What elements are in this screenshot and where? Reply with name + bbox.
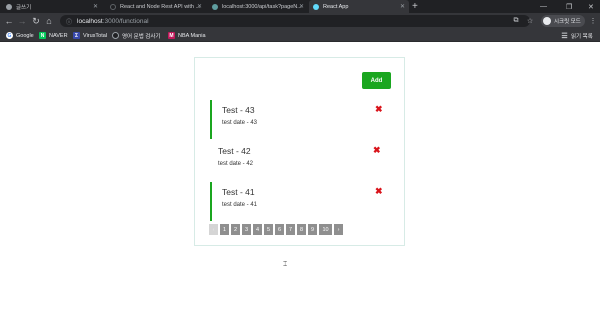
tab-favicon-icon (6, 3, 12, 10)
bookmark-grammar-checker[interactable]: 영어 문법 검사기 (112, 31, 160, 40)
task-title: Test - 41 (222, 187, 255, 197)
url-host: localhost (77, 17, 103, 25)
browser-tab-strip: 글쓰기 ✕ React and Node Rest API with ... ✕… (0, 0, 600, 13)
delete-task-icon[interactable]: ✖ (375, 186, 383, 196)
minimize-window-icon[interactable]: — (540, 0, 547, 13)
mouse-cursor-icon: ⌶ (283, 261, 288, 268)
page-button-6[interactable]: 6 (275, 224, 284, 235)
new-tab-icon[interactable]: + (412, 1, 418, 12)
bookmark-virustotal[interactable]: Σ VirusTotal (73, 31, 107, 40)
home-icon[interactable]: ⌂ (43, 14, 55, 28)
delete-task-icon[interactable]: ✖ (375, 104, 383, 114)
task-date: test date - 42 (218, 161, 254, 167)
bookmark-star-icon[interactable]: ☆ (525, 16, 535, 26)
url-path: :3000/functional (102, 17, 149, 25)
page-button-1[interactable]: 1 (220, 224, 229, 235)
reading-list-label: 읽기 목록 (571, 33, 593, 40)
tab-favicon-icon (212, 3, 218, 10)
naver-icon: N (39, 32, 46, 39)
bookmark-google[interactable]: G Google (6, 31, 34, 40)
incognito-avatar-icon (543, 17, 551, 25)
page-button-4[interactable]: 4 (253, 224, 262, 235)
close-window-icon[interactable]: ✕ (588, 0, 594, 13)
close-tab-icon[interactable]: ✕ (400, 3, 405, 10)
browser-toolbar: ← → ↻ ⌂ ⓘ localhost :3000/functional ⧉ ☆… (0, 13, 600, 29)
bookmark-label: VirusTotal (83, 32, 108, 39)
grammar-checker-icon (112, 32, 119, 39)
delete-task-icon[interactable]: ✖ (373, 145, 381, 155)
bookmark-label: Google (16, 32, 34, 39)
more-menu-icon[interactable]: ⋮ (588, 16, 598, 26)
google-icon: G (6, 32, 13, 39)
back-arrow-icon[interactable]: ← (3, 14, 15, 28)
bookmark-naver[interactable]: N NAVER (39, 31, 68, 40)
nba-mania-icon: M (168, 32, 175, 39)
page-button-8[interactable]: 8 (297, 224, 306, 235)
bookmark-label: NBA Mania (178, 32, 206, 39)
maximize-window-icon[interactable]: ❐ (566, 0, 572, 13)
close-tab-icon[interactable]: ✕ (93, 3, 98, 10)
profile-label: 시크릿 모드 (554, 19, 581, 25)
page-button-7[interactable]: 7 (286, 224, 295, 235)
task-item[interactable]: Test - 43 test date - 43 ✖ (210, 100, 390, 139)
translate-icon[interactable]: ⧉ (511, 16, 521, 26)
task-title: Test - 43 (222, 105, 255, 115)
task-date: test date - 41 (222, 202, 258, 208)
reading-list-icon: ☰ (561, 32, 568, 40)
incognito-profile-button[interactable]: 시크릿 모드 (541, 15, 585, 27)
close-tab-icon[interactable]: ✕ (299, 3, 304, 10)
bookmark-label: NAVER (49, 32, 68, 39)
task-item[interactable]: Test - 41 test date - 41 ✖ (210, 182, 390, 221)
browser-tab-active[interactable]: React App ✕ (309, 0, 409, 13)
tab-title: React and Node Rest API with ... (120, 3, 201, 10)
react-favicon-icon (313, 3, 319, 10)
browser-tab[interactable]: localhost:3000/api/task?pageN... ✕ (208, 0, 308, 13)
add-task-button[interactable]: Add (362, 72, 391, 89)
page-button-9[interactable]: 9 (308, 224, 317, 235)
tab-title: React App (323, 3, 349, 10)
next-page-icon[interactable]: › (334, 224, 343, 235)
bookmark-label: 영어 문법 검사기 (122, 33, 161, 40)
address-bar[interactable]: ⓘ localhost :3000/functional (60, 15, 530, 27)
task-list-card: Add Test - 43 test date - 43 ✖ Test - 42… (194, 57, 405, 246)
forward-arrow-icon[interactable]: → (16, 14, 28, 28)
bookmark-nba-mania[interactable]: M NBA Mania (168, 31, 206, 40)
page-button-10[interactable]: 10 (319, 224, 332, 235)
close-tab-icon[interactable]: ✕ (197, 3, 202, 10)
task-date: test date - 43 (222, 120, 258, 126)
page-button-5[interactable]: 5 (264, 224, 273, 235)
reload-icon[interactable]: ↻ (30, 14, 42, 28)
task-title: Test - 42 (218, 146, 251, 156)
tab-favicon-icon (110, 3, 116, 10)
virustotal-icon: Σ (73, 32, 80, 39)
task-item[interactable]: Test - 42 test date - 42 ✖ (210, 141, 390, 180)
tab-title: 글쓰기 (16, 4, 32, 11)
browser-tab[interactable]: React and Node Rest API with ... ✕ (106, 0, 206, 13)
tab-title: localhost:3000/api/task?pageN... (222, 3, 302, 10)
pagination: ‹ 1 2 3 4 5 6 7 8 9 10 › (209, 224, 343, 235)
reading-list-button[interactable]: ☰ 읽기 목록 (561, 31, 593, 40)
page-button-3[interactable]: 3 (242, 224, 251, 235)
browser-tab[interactable]: 글쓰기 ✕ (2, 0, 102, 13)
prev-page-icon[interactable]: ‹ (209, 224, 218, 235)
bookmarks-bar: G Google N NAVER Σ VirusTotal 영어 문법 검사기 … (0, 29, 600, 42)
page-button-2[interactable]: 2 (231, 224, 240, 235)
site-info-icon[interactable]: ⓘ (66, 17, 72, 26)
